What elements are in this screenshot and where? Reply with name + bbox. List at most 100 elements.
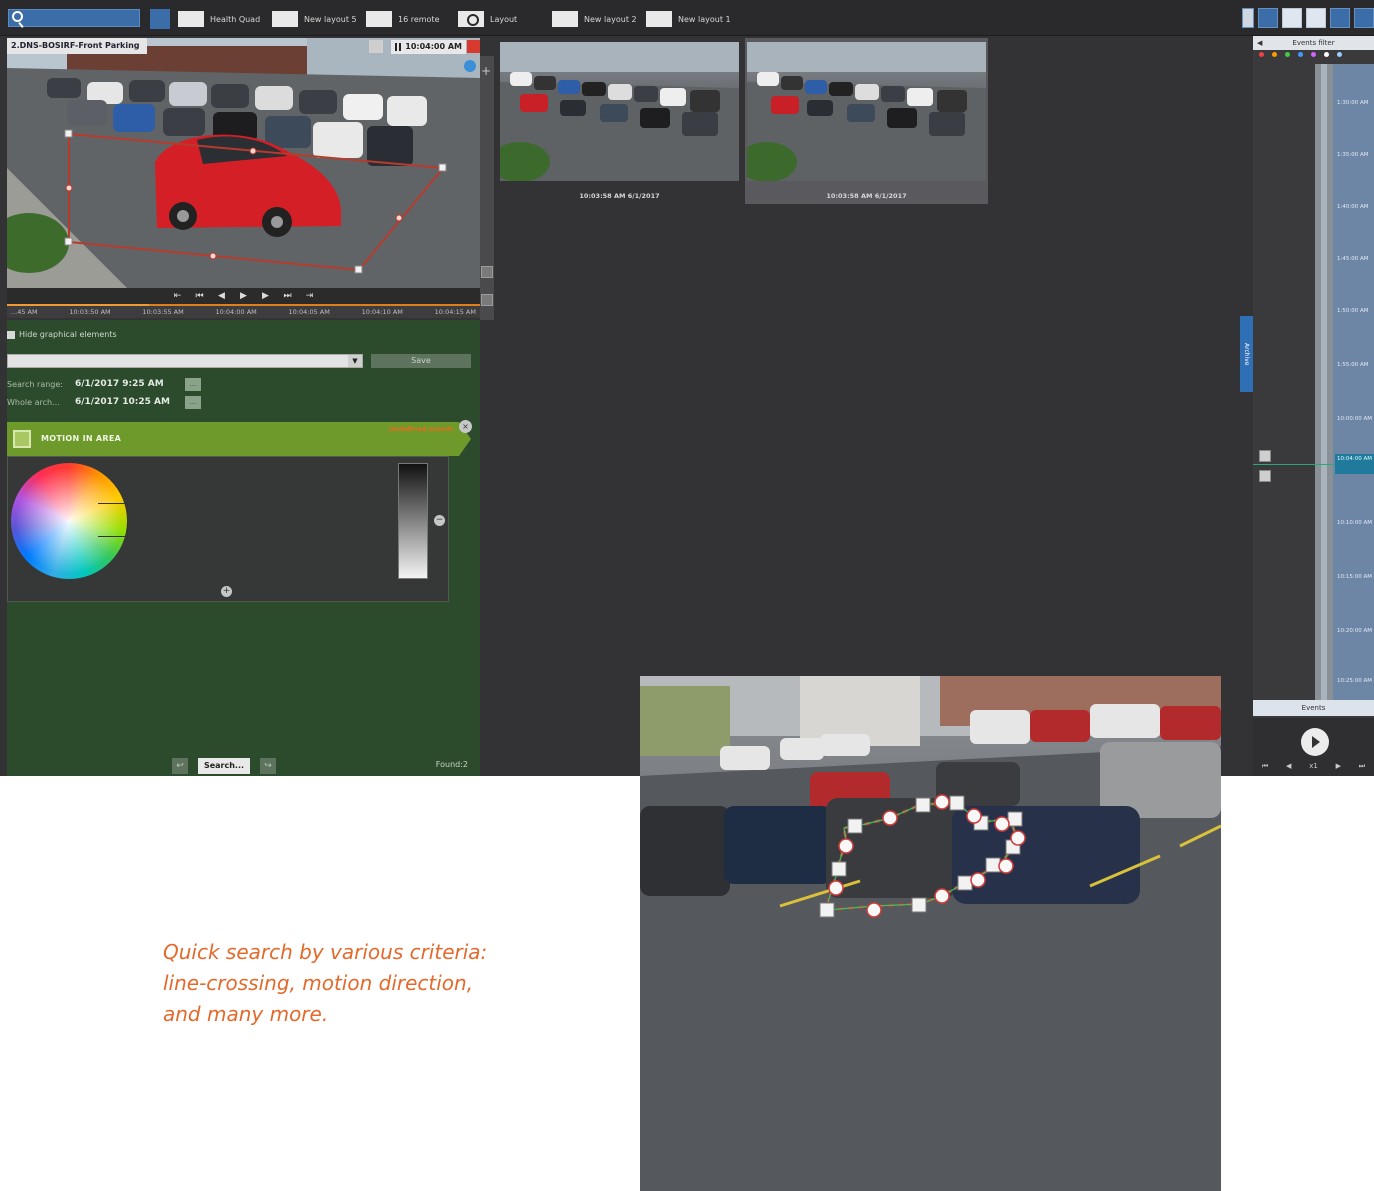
step-forward-icon[interactable]: ▶ (260, 291, 272, 301)
layout-tab-label: New layout 2 (584, 14, 637, 24)
next-button[interactable]: ↪ (260, 758, 276, 774)
camera-timeline[interactable]: ...45 AM 10:03:50 AM 10:03:55 AM 10:04:0… (7, 304, 480, 318)
event-filter-red-icon[interactable] (1259, 52, 1264, 57)
archive-tab[interactable]: Archive (1240, 316, 1253, 392)
layout-grid-toggle[interactable] (1258, 8, 1278, 28)
layouts-dropdown-button[interactable] (1242, 8, 1254, 28)
search-preset-select[interactable]: ▼ (7, 354, 363, 368)
layout-tab-health-quad[interactable]: Health Quad (178, 10, 260, 28)
panel-chat-icon[interactable] (481, 294, 493, 306)
timeline-label: 10:20:00 AM (1337, 628, 1372, 634)
camera-time: 10:04:00 AM (391, 40, 466, 54)
step-forward-icon[interactable]: ▶ (1336, 762, 1341, 771)
caption-line: and many more. (163, 1002, 329, 1026)
events-button[interactable]: Events (1253, 700, 1374, 716)
analytics-icon[interactable] (1330, 8, 1350, 28)
checkbox[interactable] (7, 330, 15, 339)
search-range-label: Search range: (7, 379, 63, 389)
event-filter-blue-icon[interactable] (1298, 52, 1303, 57)
search-result-selected[interactable]: 10:03:58 AM 6/1/2017 (745, 38, 988, 204)
fast-forward-icon[interactable]: ⏭ (282, 291, 294, 301)
criterion-label: MOTION IN AREA (41, 434, 122, 443)
grid-layout-icon (272, 11, 298, 27)
export-down-icon[interactable] (1259, 470, 1271, 482)
step-back-icon[interactable]: ◀ (216, 291, 228, 301)
snapshot-icon[interactable] (369, 40, 383, 53)
add-panel-icon[interactable]: + (481, 64, 491, 78)
minus-icon[interactable]: − (434, 515, 445, 526)
event-filter-purple-icon[interactable] (1311, 52, 1316, 57)
timeline-ticks: ...45 AM 10:03:50 AM 10:03:55 AM 10:04:0… (7, 306, 480, 318)
event-filter-white-icon[interactable] (1324, 52, 1329, 57)
step-back-icon[interactable]: ◀ (1286, 762, 1291, 771)
close-icon[interactable]: × (459, 420, 472, 433)
timeline-tick: ...45 AM (11, 308, 38, 316)
search-button[interactable]: Search... (198, 758, 250, 774)
criterion-warning: Undefined search (388, 425, 453, 433)
layout-split-toggle[interactable] (1282, 8, 1302, 28)
events-filter-header[interactable]: ◀ Events filter (1253, 36, 1374, 50)
layout-tab-new-layout-5[interactable]: New layout 5 (272, 10, 357, 28)
quad-layout-icon (178, 11, 204, 27)
search-input[interactable] (8, 9, 140, 27)
settings-tools-icon[interactable] (1354, 8, 1374, 28)
fast-rewind-icon[interactable]: ⏮ (1262, 762, 1268, 771)
speed-label[interactable]: x1 (1309, 762, 1318, 771)
layout-tab-layout[interactable]: Layout (458, 10, 517, 28)
three-pane-layout-icon (646, 11, 672, 27)
event-filter-orange-icon[interactable] (1272, 52, 1277, 57)
timeline-tick: 10:04:05 AM (288, 308, 330, 316)
timeline-label: 1:30:00 AM (1337, 100, 1369, 106)
caption-line: line-crossing, motion direction, (163, 971, 474, 995)
layouts-grid-button[interactable] (150, 9, 170, 29)
whole-archive-label: Whole arch... (7, 397, 60, 407)
panel-side-strip: + (480, 56, 494, 320)
hide-graphical-label: Hide graphical elements (19, 330, 117, 339)
panel-layout-icon[interactable] (481, 266, 493, 278)
event-filter-cyan-icon[interactable] (1337, 52, 1342, 57)
result-timestamp: 10:03:58 AM 6/1/2017 (826, 192, 907, 200)
layout-tab-16-remote[interactable]: 16 remote (366, 10, 440, 28)
color-wheel-selection[interactable] (98, 503, 128, 537)
export-up-icon[interactable] (1259, 450, 1271, 462)
save-button[interactable]: Save (371, 354, 471, 368)
search-result[interactable]: 10:03:58 AM 6/1/2017 (498, 38, 741, 204)
hide-graphical-toggle[interactable]: Hide graphical elements (7, 330, 117, 339)
result-timestamp: 10:03:58 AM 6/1/2017 (579, 192, 660, 200)
fast-forward-icon[interactable]: ⏭ (1359, 762, 1365, 771)
previous-button[interactable]: ↩ (172, 758, 188, 774)
timeline-track[interactable] (1333, 64, 1374, 714)
timeline-tick: 10:03:50 AM (69, 308, 111, 316)
brightness-slider[interactable] (398, 463, 428, 579)
event-filter-green-icon[interactable] (1285, 52, 1290, 57)
add-criterion-icon[interactable]: + (221, 586, 232, 597)
info-icon[interactable] (464, 60, 476, 72)
layout-tab-new-layout-1[interactable]: New layout 1 (646, 10, 731, 28)
timeline-label: 1:45:00 AM (1337, 256, 1369, 262)
archive-player: ⏮ ◀ x1 ▶ ⏭ (1253, 718, 1374, 776)
layout-single-toggle[interactable] (1306, 8, 1326, 28)
camera-video-view[interactable]: 2.DNS-BOSIRF-Front Parking 10:04:00 AM (7, 38, 480, 288)
jump-start-icon[interactable]: ⇤ (172, 291, 184, 301)
fast-rewind-icon[interactable]: ⏮ (194, 291, 206, 301)
timeline-tick: 10:04:10 AM (361, 308, 403, 316)
search-range-button[interactable]: ... (185, 377, 201, 391)
map-layout-icon (458, 11, 484, 27)
timeline-band[interactable] (1315, 64, 1333, 714)
layout-tab-label: Layout (490, 14, 518, 24)
whole-archive-value: 6/1/2017 10:25 AM (75, 397, 170, 407)
criterion-motion-in-area[interactable]: MOTION IN AREA Undefined search (7, 422, 471, 456)
play-icon[interactable]: ▶ (238, 291, 250, 301)
caption-line: Quick search by various criteria: (163, 940, 488, 964)
toolbar-right-group (1242, 8, 1374, 28)
playback-controls: ⇤ ⏮ ◀ ▶ ▶ ⏭ ⇥ (7, 288, 480, 304)
timeline-label: 1:50:00 AM (1337, 308, 1369, 314)
play-icon[interactable] (1301, 728, 1329, 756)
timeline-label: 1:35:00 AM (1337, 152, 1369, 158)
layout-tab-new-layout-2[interactable]: New layout 2 (552, 10, 637, 28)
timeline-label: 1:40:00 AM (1337, 204, 1369, 210)
jump-end-icon[interactable]: ⇥ (304, 291, 316, 301)
record-icon[interactable] (467, 40, 480, 53)
collapse-icon[interactable]: ◀ (1257, 36, 1262, 50)
whole-archive-button[interactable]: ... (185, 395, 201, 409)
